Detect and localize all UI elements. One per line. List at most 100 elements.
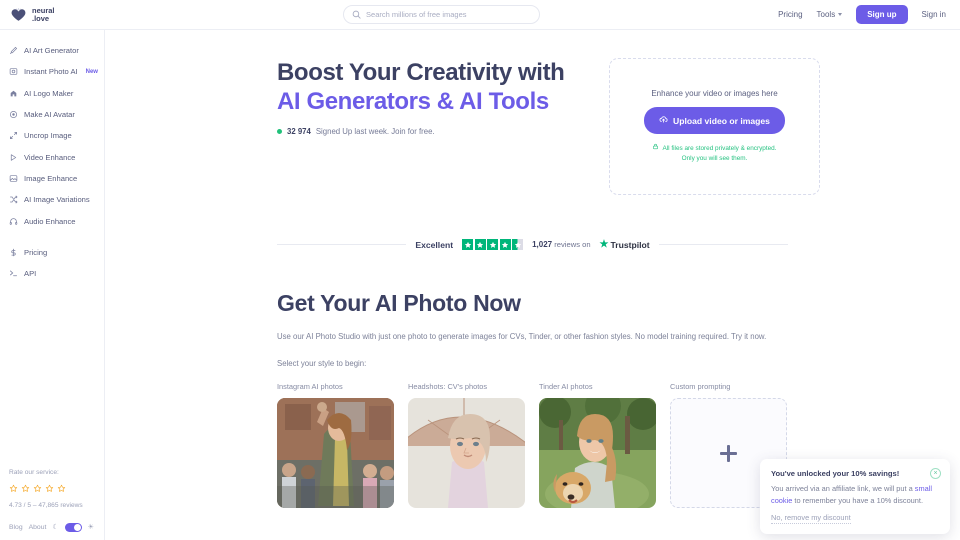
trustpilot-reviews: 1,027 reviews on [532,240,590,249]
star-icon[interactable] [21,480,30,498]
signin-link[interactable]: Sign in [922,10,946,19]
brand-logo[interactable]: neural .love [0,0,105,30]
close-icon[interactable]: × [930,468,941,480]
rating-stars[interactable] [9,480,104,498]
star-icon[interactable] [33,480,42,498]
top-bar: neural .love Pricing Tools Sign up Sig [0,0,960,30]
signup-counter: 32 974 Signed Up last week. Join for fre… [277,127,567,136]
trustpilot-star-icon [462,239,474,250]
app-root: neural .love Pricing Tools Sign up Sig [0,0,960,540]
cloud-upload-icon [659,115,668,126]
page-title: Boost Your Creativity with AI Generators… [277,58,567,117]
sidebar-label: Audio Enhance [24,216,76,226]
moon-icon: ☾ [52,524,59,531]
avatar-icon [9,110,18,119]
trustpilot-star-icon [487,239,499,250]
star-icon[interactable] [57,480,66,498]
upload-button-label: Upload video or images [673,115,770,126]
terminal-icon [9,269,18,278]
sidebar-item-make-ai-avatar[interactable]: Make AI Avatar [0,104,104,125]
toast-title: You've unlocked your 10% savings! [771,469,900,479]
sidebar-label: Instant Photo AI [24,67,78,77]
trustpilot-logo-star-icon: ★ [599,238,609,250]
trustpilot-stars [462,239,524,250]
sidebar-label: AI Image Variations [24,195,90,205]
decline-discount-link[interactable]: No, remove my discount [771,513,851,524]
sidebar-footer: Rate our service: 4.73 / 5 – 47,865 revi… [0,469,104,540]
sidebar-item-ai-art-generator[interactable]: AI Art Generator [0,40,104,61]
sidebar-item-instant-photo-ai[interactable]: Instant Photo AI New [0,61,104,82]
signup-button[interactable]: Sign up [856,5,908,24]
brand-text: neural .love [32,6,55,23]
dollar-icon [9,248,18,257]
sidebar-item-video-enhance[interactable]: Video Enhance [0,146,104,167]
search-box[interactable] [343,5,541,24]
sidebar-item-ai-logo-maker[interactable]: AI Logo Maker [0,83,104,104]
style-card-label: Headshots: CV's photos [408,382,488,392]
hero-section: Boost Your Creativity with AI Generators… [105,30,960,195]
brand-line-2: .love [32,13,50,23]
nav-tools[interactable]: Tools [817,10,843,19]
trustpilot-star-icon [499,239,511,250]
star-icon[interactable] [45,480,54,498]
hero-title-line2: AI Generators & AI Tools [277,88,549,116]
upload-dropzone[interactable]: Enhance your video or images here Upload… [609,58,820,195]
theme-toggle[interactable] [64,523,82,532]
star-icon[interactable] [9,480,18,498]
photo-icon [9,67,18,76]
trustpilot-reviews-count: 1,027 [532,240,553,249]
main-content: Boost Your Creativity with AI Generators… [105,30,960,540]
sidebar-item-pricing[interactable]: Pricing [0,242,104,263]
sidebar-label: Image Enhance [24,173,78,183]
brush-icon [9,46,18,55]
upload-privacy-note: All files are stored privately & encrypt… [652,143,777,164]
section-select-prompt: Select your style to begin: [277,359,367,369]
style-card-thumbnail[interactable] [408,398,525,509]
trustpilot-rating-word: Excellent [415,239,454,250]
sidebar-label: AI Art Generator [24,46,79,56]
heart-logo-icon [10,6,27,23]
section-title: Get Your AI Photo Now [277,290,521,316]
chevron-down-icon [838,13,843,16]
style-card-instagram[interactable]: Instagram AI photos [277,382,394,509]
style-card-tinder[interactable]: Tinder AI photos [539,382,656,509]
sidebar-item-api[interactable]: API [0,263,104,284]
style-card-thumbnail[interactable] [539,398,656,509]
hero-text-block: Boost Your Creativity with AI Generators… [277,58,567,195]
sidebar-divider-gap [0,232,104,242]
sidebar-item-uncrop-image[interactable]: Uncrop Image [0,125,104,146]
style-card-headshots[interactable]: Headshots: CV's photos [408,382,525,509]
upload-button[interactable]: Upload video or images [644,107,785,135]
section-description: Use our AI Photo Studio with just one ph… [277,332,767,341]
trustpilot-star-half-icon [512,239,524,250]
lock-icon [652,143,659,154]
logo-icon [9,89,18,98]
sidebar-label: Uncrop Image [24,131,72,141]
style-card-thumbnail[interactable] [277,398,394,509]
body-row: AI Art Generator Instant Photo AI New AI… [0,30,960,540]
blog-link[interactable]: Blog [9,524,23,531]
style-card-label: Custom prompting [670,382,731,392]
sidebar-label: AI Logo Maker [24,88,74,98]
play-icon [9,153,18,162]
trustpilot-brand[interactable]: ★ Trustpilot [599,238,650,250]
divider-left [277,244,407,245]
sidebar-item-audio-enhance[interactable]: Audio Enhance [0,210,104,231]
expand-icon [9,131,18,140]
trustpilot-bar: Excellent 1,027 reviews on ★ Trustpilot [105,239,960,250]
upload-note-line2: Only you will see them. [681,155,748,162]
hero-title-line1: Boost Your Creativity with [277,59,565,86]
about-link[interactable]: About [29,524,47,531]
signup-text: Signed Up last week. Join for free. [315,126,435,136]
plus-icon [720,444,737,462]
sidebar-item-image-enhance[interactable]: Image Enhance [0,168,104,189]
sidebar-item-ai-image-variations[interactable]: AI Image Variations [0,189,104,210]
nav-pricing[interactable]: Pricing [778,10,802,19]
trustpilot-star-icon [474,239,486,250]
rating-summary: 4.73 / 5 – 47,865 reviews [9,502,83,509]
search-input[interactable] [366,10,532,19]
divider-right [658,244,789,245]
sun-icon: ☀ [87,524,94,531]
top-nav: Pricing Tools Sign up Sign in [778,5,960,24]
sidebar-label: API [24,269,37,279]
